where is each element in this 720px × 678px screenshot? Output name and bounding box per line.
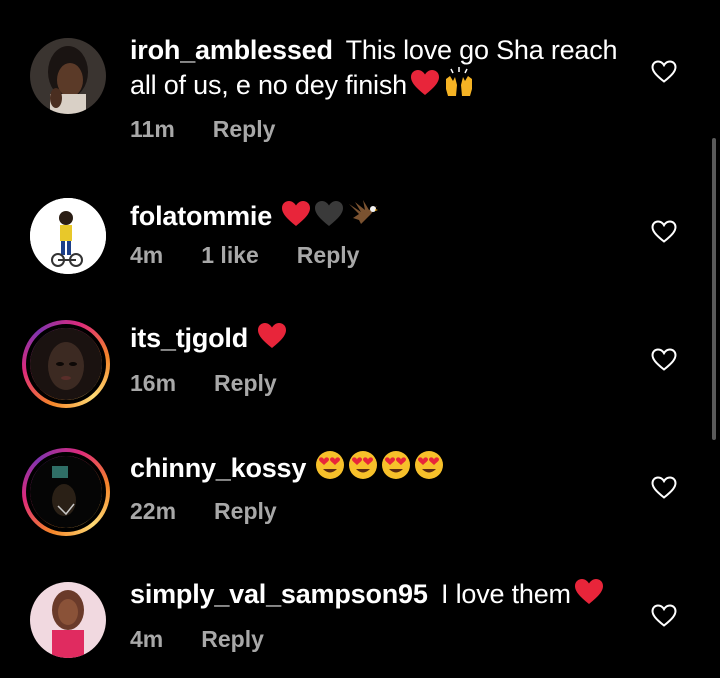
reply-button[interactable]: Reply [213,116,276,142]
like-count[interactable]: 1 like [201,242,259,268]
avatar[interactable] [30,582,106,658]
avatar[interactable] [30,198,106,274]
heart-outline-icon[interactable] [651,220,677,244]
reply-button[interactable]: Reply [297,242,360,268]
red-heart-icon [257,322,287,350]
avatar-with-story-ring[interactable] [22,320,110,408]
comment-username[interactable]: simply_val_sampson95 [130,579,428,609]
heart-outline-icon[interactable] [651,476,677,500]
comment-item: folatommie 4m 1 like Reply [0,178,720,288]
red-heart-icon [281,200,311,228]
avatar-image [30,328,102,400]
comment-username[interactable]: its_tjgold [130,323,248,353]
scrollbar[interactable] [712,138,716,440]
heart-outline-icon[interactable] [651,60,677,84]
avatar-image [30,582,106,658]
avatar-with-story-ring[interactable] [22,448,110,536]
avatar-image [30,456,102,528]
comment-text: I love them [433,579,571,609]
heart-eyes-icon [414,450,444,480]
avatar-image [30,198,106,274]
heart-eyes-icon [381,450,411,480]
comment-item: its_tjgold 16m Reply [0,306,720,416]
reply-button[interactable]: Reply [214,498,277,524]
heart-eyes-icon [315,450,345,480]
raising-hands-icon [443,67,475,97]
heart-outline-icon[interactable] [651,348,677,372]
comment-time: 4m [130,626,164,652]
comment-time: 4m [130,242,164,268]
comment-username[interactable]: chinny_kossy [130,453,306,483]
reply-button[interactable]: Reply [214,370,277,396]
heart-eyes-icon [348,450,378,480]
red-heart-icon [410,69,440,97]
comment-text-continued: all of us, e no dey finish [130,70,407,100]
comment-item: chinny_kossy 22m Reply [0,434,720,544]
avatar-image [30,38,106,114]
comment-time: 11m [130,116,175,142]
comment-time: 22m [130,498,177,524]
black-heart-icon [314,200,344,228]
heart-outline-icon[interactable] [651,604,677,628]
avatar[interactable] [30,38,106,114]
eagle-icon [347,198,379,228]
comment-item: simply_val_sampson95 I love them 4m Reply [0,562,720,672]
reply-button[interactable]: Reply [201,626,264,652]
comment-item: iroh_amblessed This love go Sha reach al… [0,20,720,142]
comment-time: 16m [130,370,177,396]
comment-text: This love go Sha reach [338,35,618,65]
comment-username[interactable]: iroh_amblessed [130,35,333,65]
comment-username[interactable]: folatommie [130,201,272,231]
red-heart-icon [574,578,604,606]
